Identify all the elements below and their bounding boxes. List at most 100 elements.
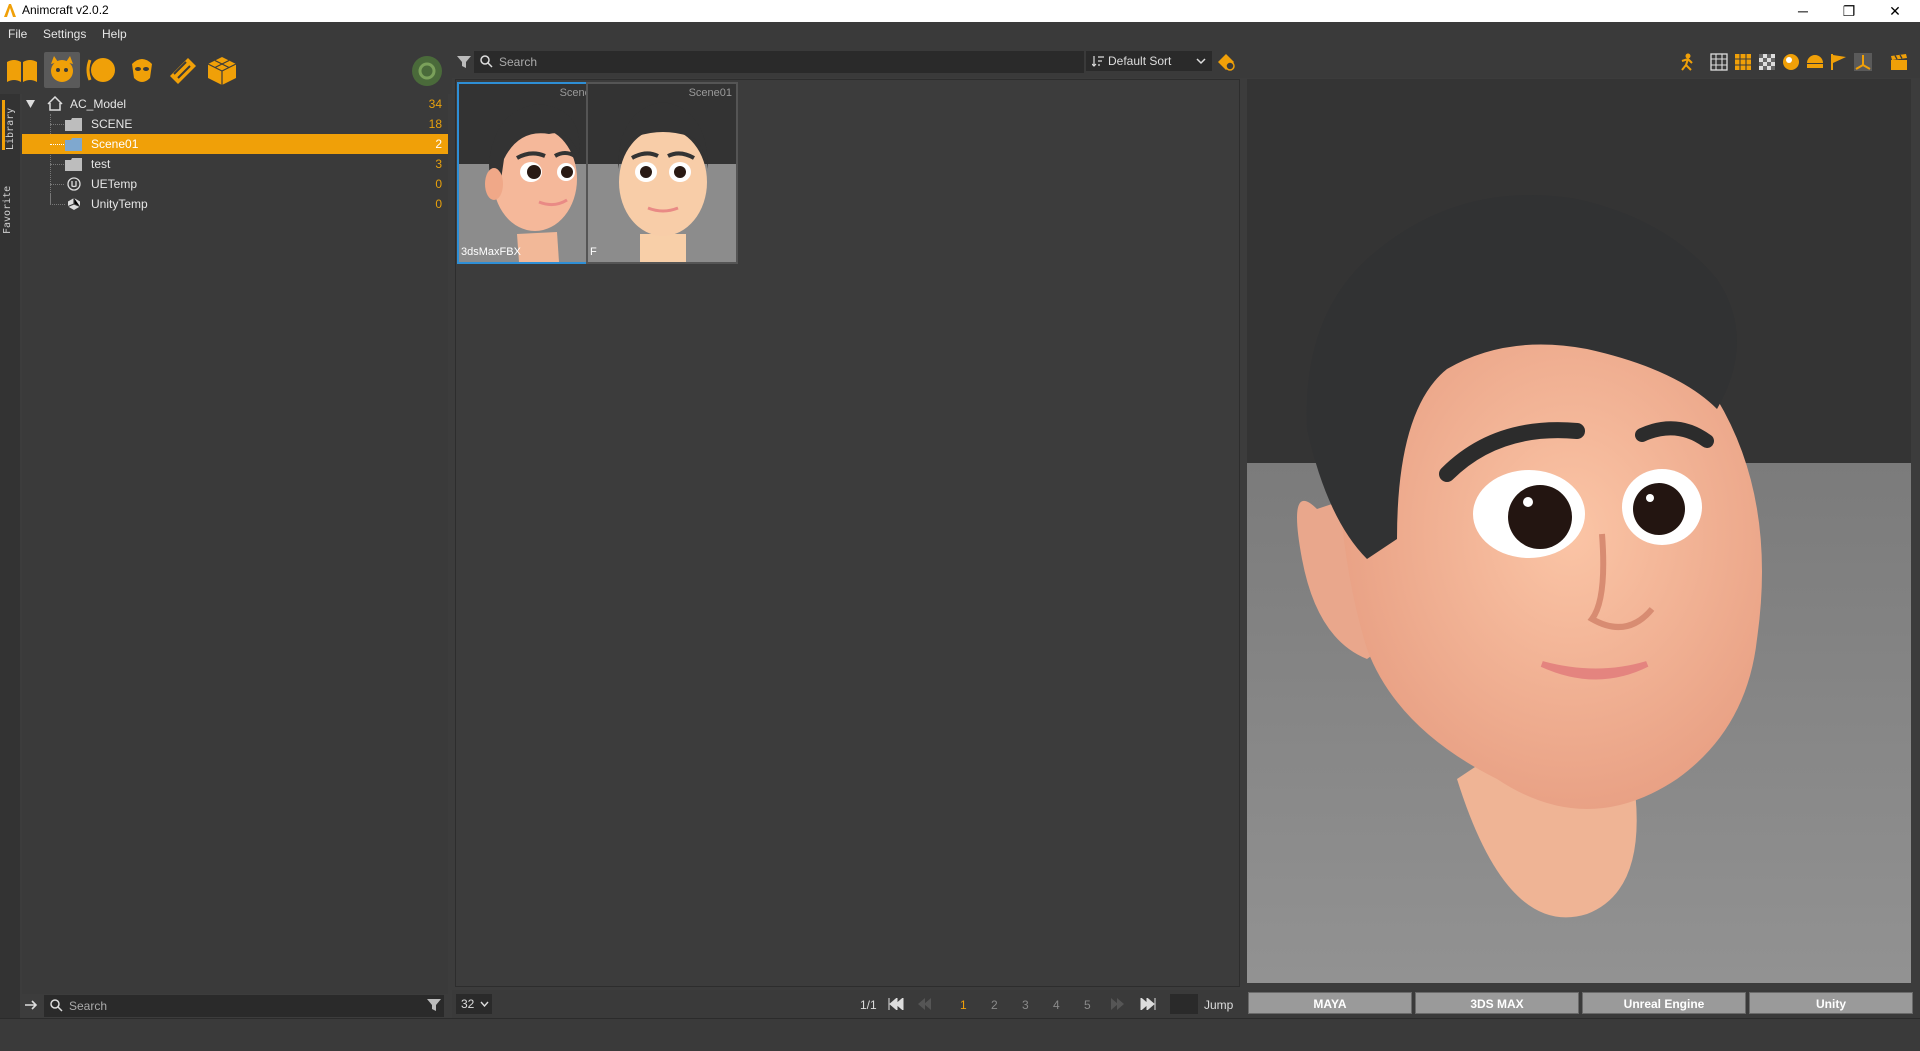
tab-library[interactable]: Library (2, 100, 21, 150)
animcraft-logo-icon (4, 4, 16, 17)
folder-icon (65, 138, 82, 151)
checker-icon[interactable] (1758, 53, 1776, 71)
3dsmax-button[interactable]: 3DS MAX (1415, 992, 1579, 1014)
tree-root-row[interactable]: AC_Model 34 (22, 94, 448, 114)
tree-item-label: SCENE (91, 117, 133, 131)
last-page-icon[interactable] (1140, 998, 1156, 1010)
asset-search-input[interactable] (497, 54, 988, 70)
viewport-toolbar (1244, 46, 1920, 78)
folder-icon (65, 118, 82, 131)
chevron-down-icon (480, 1001, 489, 1007)
head-preview-image (588, 84, 736, 262)
filter-icon[interactable] (426, 997, 442, 1013)
grid-orange-icon[interactable] (1734, 53, 1752, 71)
unreal-engine-button[interactable]: Unreal Engine (1582, 992, 1746, 1014)
category-toolbar (0, 46, 452, 94)
status-bar (0, 1018, 1920, 1051)
left-search-input[interactable] (67, 998, 390, 1014)
close-button[interactable]: ✕ (1872, 0, 1918, 22)
sphere-light-icon[interactable] (1782, 53, 1800, 71)
material-sphere-icon[interactable] (84, 52, 120, 88)
thumbnail-caption: F (590, 246, 597, 258)
unity-button[interactable]: Unity (1749, 992, 1913, 1014)
grid-small-icon[interactable] (1710, 53, 1728, 71)
clapperboard-icon[interactable] (1890, 53, 1908, 71)
minimize-button[interactable]: ─ (1780, 0, 1826, 22)
library-book-icon[interactable] (4, 52, 40, 88)
tree-item-scene[interactable]: SCENE 18 (22, 114, 448, 134)
first-page-icon[interactable] (888, 998, 904, 1010)
prev-page-icon[interactable] (916, 998, 932, 1010)
next-page-icon[interactable] (1110, 998, 1126, 1010)
pagination-bar: 32 1/1 1 2 3 4 5 Jump (452, 990, 1244, 1018)
page-button[interactable]: 5 (1084, 998, 1091, 1012)
filter-icon[interactable] (456, 54, 472, 70)
page-button[interactable]: 3 (1022, 998, 1029, 1012)
home-icon (47, 96, 63, 111)
restore-button[interactable]: ❐ (1826, 0, 1872, 22)
tree-item-count: 0 (435, 177, 442, 191)
page-info: 1/1 (860, 998, 877, 1012)
maya-button[interactable]: MAYA (1248, 992, 1412, 1014)
tree-item-label: UETemp (91, 177, 138, 191)
unity-icon (67, 198, 81, 210)
asset-thumbnail[interactable]: Scene01 F (586, 82, 738, 264)
tree-item-unitytemp[interactable]: UnityTemp 0 (22, 194, 448, 214)
window-title: Animcraft v2.0.2 (22, 3, 109, 17)
tree-item-count: 2 (435, 137, 442, 151)
scene-cube-icon[interactable] (204, 52, 240, 88)
sort-dropdown[interactable]: Default Sort (1086, 51, 1212, 71)
animation-film-icon[interactable] (164, 52, 200, 88)
axis-icon[interactable] (1854, 53, 1872, 71)
tree-item-uetemp[interactable]: UETemp 0 (22, 174, 448, 194)
tree-item-count: 0 (435, 197, 442, 211)
title-bar: Animcraft v2.0.2 ─ ❐ ✕ (0, 0, 1920, 22)
sort-label: Default Sort (1108, 54, 1172, 68)
tree-branch (50, 184, 64, 185)
asset-toolbar: Default Sort (452, 46, 1244, 78)
per-page-select[interactable]: 32 (456, 994, 492, 1014)
head-preview-image (459, 84, 607, 262)
tab-favorite[interactable]: Favorite (2, 178, 18, 234)
face-mask-icon[interactable] (124, 52, 160, 88)
page-button[interactable]: 4 (1053, 998, 1060, 1012)
pose-figure-icon[interactable] (1678, 53, 1696, 71)
tree-root-count: 34 (428, 97, 442, 111)
tree-item-count: 18 (428, 117, 442, 131)
tree-item-scene01[interactable]: Scene01 2 (22, 134, 448, 154)
left-search-bar (22, 994, 448, 1018)
asset-search-field[interactable] (474, 51, 1084, 73)
tree-branch (50, 194, 65, 205)
menu-settings[interactable]: Settings (43, 27, 86, 41)
thumbnail-caption: 3dsMaxFBX (461, 246, 521, 258)
arrow-right-icon[interactable] (24, 998, 38, 1012)
flag-icon[interactable] (1830, 53, 1848, 71)
tree-item-label: test (91, 157, 111, 171)
hemisphere-icon[interactable] (1806, 53, 1824, 71)
left-search-field[interactable] (44, 995, 444, 1017)
sync-status-icon[interactable] (410, 54, 444, 88)
character-head-render (1247, 79, 1911, 983)
add-asset-icon[interactable] (1216, 52, 1236, 72)
menu-help[interactable]: Help (102, 27, 127, 41)
jump-button[interactable]: Jump (1204, 998, 1233, 1012)
character-icon[interactable] (44, 52, 80, 88)
per-page-value: 32 (461, 997, 475, 1011)
tree-item-label: UnityTemp (91, 197, 148, 211)
tree-item-count: 3 (435, 157, 442, 171)
side-tabs: Library Favorite (0, 94, 21, 1018)
page-button[interactable]: 2 (991, 998, 998, 1012)
search-icon (50, 999, 63, 1012)
page-button[interactable]: 1 (960, 998, 967, 1012)
menu-file[interactable]: File (8, 27, 27, 41)
tree-branch (50, 164, 64, 165)
tree-root-label: AC_Model (70, 97, 127, 111)
3d-viewport[interactable] (1247, 79, 1911, 983)
tree-item-test[interactable]: test 3 (22, 154, 448, 174)
folder-icon (65, 158, 82, 171)
sort-icon (1092, 56, 1104, 67)
export-engines-bar: MAYA 3DS MAX Unreal Engine Unity (1244, 990, 1920, 1018)
expand-arrow-icon[interactable] (26, 100, 35, 108)
jump-input[interactable] (1170, 994, 1198, 1014)
search-icon (480, 55, 493, 68)
